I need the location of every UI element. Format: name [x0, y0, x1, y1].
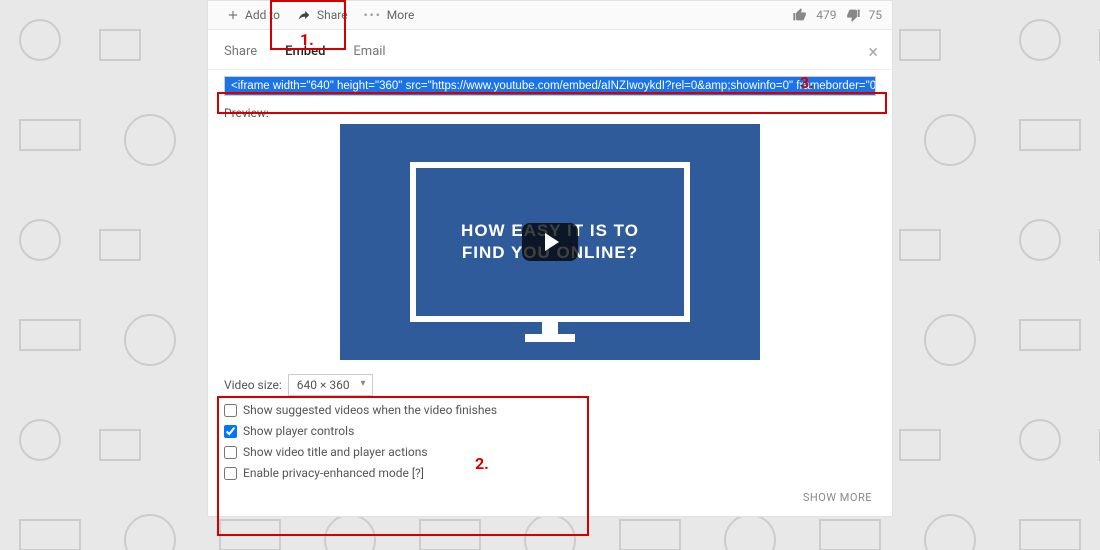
- video-size-select[interactable]: 640 × 360: [288, 374, 373, 396]
- checkbox-title[interactable]: [224, 446, 237, 459]
- label-controls: Show player controls: [243, 424, 354, 438]
- thumbs-up-icon[interactable]: [792, 7, 808, 23]
- label-privacy: Enable privacy-enhanced mode [?]: [243, 466, 424, 480]
- tab-embed[interactable]: Embed: [285, 44, 325, 59]
- share-label: Share: [317, 8, 348, 22]
- add-to-button[interactable]: Add to: [218, 5, 288, 25]
- share-button[interactable]: Share: [288, 5, 356, 25]
- share-arrow-icon: [296, 8, 312, 22]
- tab-email[interactable]: Email: [353, 44, 385, 59]
- like-count: 479: [816, 8, 836, 22]
- play-button-icon[interactable]: [522, 223, 578, 261]
- tab-share[interactable]: Share: [224, 44, 257, 59]
- preview-label: Preview:: [224, 106, 876, 120]
- more-button[interactable]: ••• More: [356, 5, 423, 25]
- share-panel: Add to Share ••• More 479 75 Share Embed…: [207, 0, 893, 517]
- checkbox-controls[interactable]: [224, 425, 237, 438]
- dislike-count: 75: [869, 8, 883, 22]
- checkbox-suggested[interactable]: [224, 404, 237, 417]
- close-icon[interactable]: ×: [868, 42, 878, 63]
- embed-code-input[interactable]: <iframe width="640" height="360" src="ht…: [224, 76, 876, 96]
- checkbox-privacy[interactable]: [224, 467, 237, 480]
- label-suggested: Show suggested videos when the video fin…: [243, 403, 497, 417]
- show-more-link[interactable]: SHOW MORE: [224, 487, 876, 506]
- label-title: Show video title and player actions: [243, 445, 428, 459]
- vote-group: 479 75: [792, 7, 882, 23]
- video-size-row: Video size: 640 × 360: [224, 374, 876, 396]
- embed-options: Video size: 640 × 360 Show suggested vid…: [224, 374, 876, 506]
- embed-content: <iframe width="640" height="360" src="ht…: [208, 70, 892, 516]
- action-bar: Add to Share ••• More 479 75: [208, 1, 892, 30]
- video-preview[interactable]: HOW EASY IT IS TO FIND YOU ONLINE?: [340, 124, 760, 360]
- more-dots-icon: •••: [364, 8, 382, 22]
- share-tabs: Share Embed Email ×: [208, 30, 892, 70]
- more-label: More: [387, 8, 415, 22]
- video-size-label: Video size:: [224, 378, 282, 392]
- plus-icon: [226, 8, 240, 22]
- thumbs-down-icon[interactable]: [845, 7, 861, 23]
- add-to-label: Add to: [245, 8, 280, 22]
